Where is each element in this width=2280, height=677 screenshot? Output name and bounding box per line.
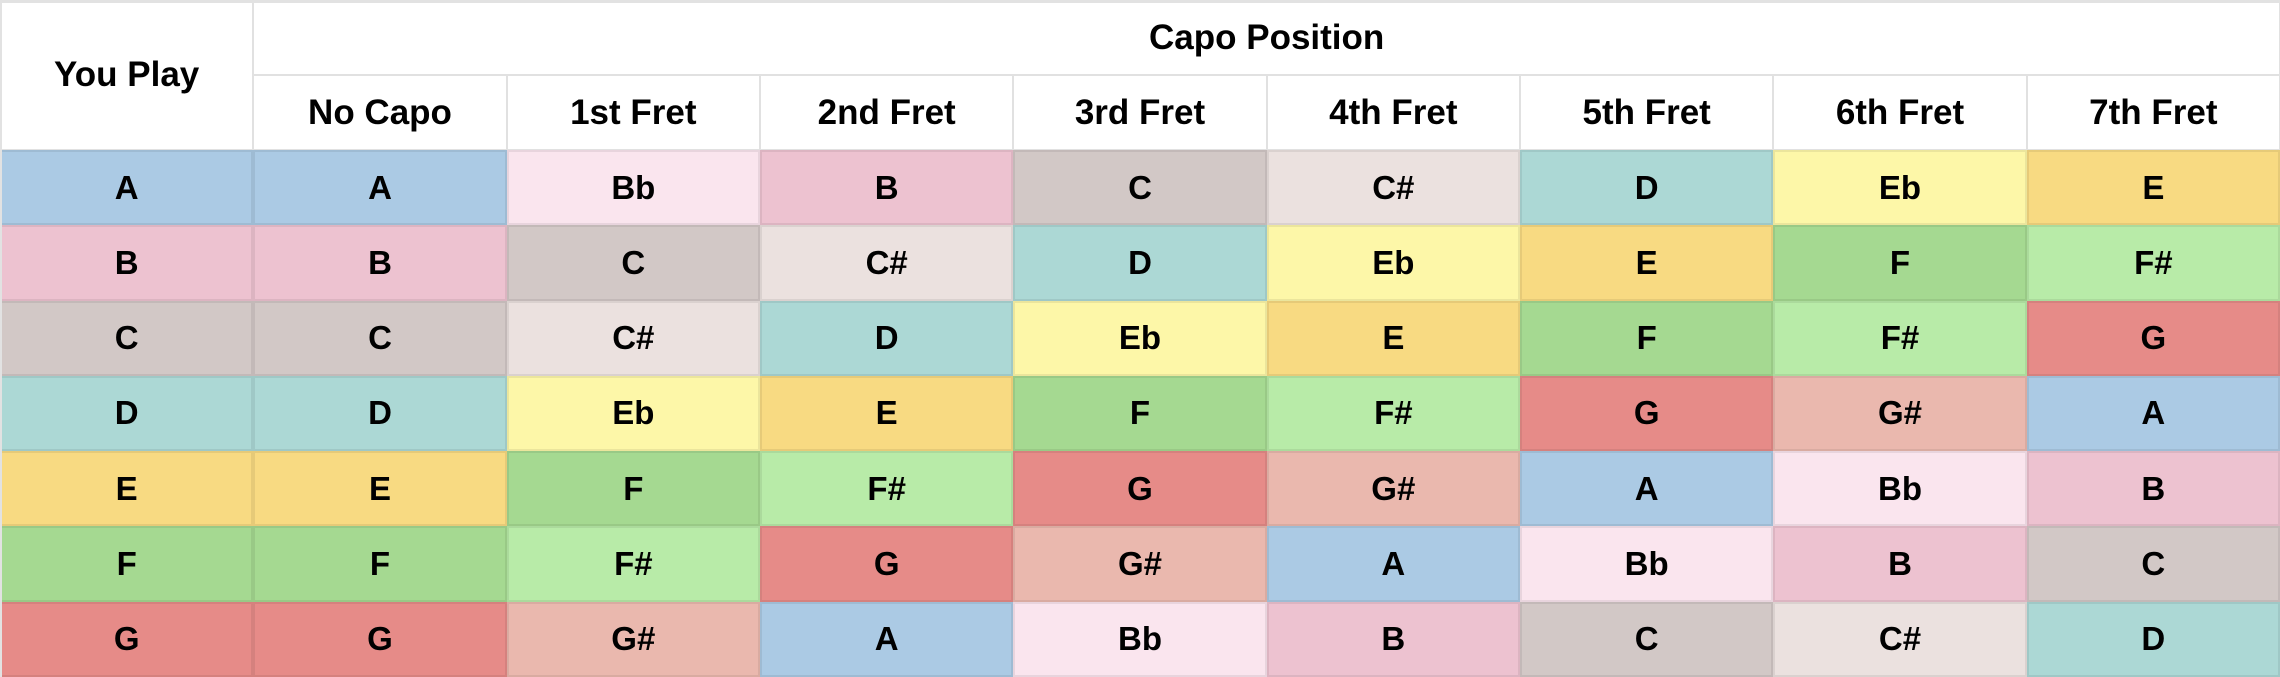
column-header: No Capo: [253, 75, 507, 150]
capo-note-cell: F: [1773, 225, 2027, 301]
capo-note-cell: D: [2026, 601, 2280, 677]
capo-note-cell: G: [1520, 375, 1774, 452]
capo-note-cell: F: [506, 451, 760, 527]
capo-note-cell: F: [253, 526, 507, 602]
capo-note-cell: Bb: [1520, 526, 1774, 602]
capo-note-cell: F: [1013, 375, 1267, 452]
capo-note-cell: G#: [1013, 526, 1267, 602]
you-play-cell: E: [0, 451, 254, 527]
capo-note-cell: B: [1773, 526, 2027, 602]
capo-note-cell: Bb: [1773, 451, 2027, 527]
capo-transposition-table: You Play Capo Position No Capo 1st Fret 2n…: [0, 0, 2280, 677]
capo-note-cell: C: [2026, 526, 2280, 602]
capo-note-cell: B: [2026, 451, 2280, 527]
capo-note-cell: C#: [760, 225, 1014, 301]
capo-note-cell: B: [1266, 601, 1520, 677]
capo-note-cell: D: [1520, 150, 1774, 226]
capo-note-cell: F: [1520, 300, 1774, 376]
capo-note-cell: D: [253, 375, 507, 452]
you-play-header: You Play: [0, 0, 254, 150]
capo-note-cell: E: [253, 451, 507, 527]
capo-note-cell: C#: [506, 300, 760, 376]
column-header: 5th Fret: [1520, 75, 1774, 150]
capo-note-cell: Bb: [1013, 601, 1267, 677]
capo-note-cell: A: [1266, 526, 1520, 602]
capo-note-cell: E: [1266, 300, 1520, 376]
capo-note-cell: B: [760, 150, 1014, 226]
you-play-cell: F: [0, 526, 254, 602]
capo-note-cell: G: [760, 526, 1014, 602]
capo-note-cell: C: [1013, 150, 1267, 226]
column-header: 2nd Fret: [760, 75, 1014, 150]
capo-note-cell: G: [2026, 300, 2280, 376]
capo-note-cell: E: [1520, 225, 1774, 301]
capo-note-cell: C#: [1773, 601, 2027, 677]
capo-note-cell: F#: [2026, 225, 2280, 301]
capo-note-cell: Eb: [1266, 225, 1520, 301]
column-header: 7th Fret: [2026, 75, 2280, 150]
column-header: 3rd Fret: [1013, 75, 1267, 150]
you-play-cell: G: [0, 601, 254, 677]
capo-note-cell: G: [253, 601, 507, 677]
capo-note-cell: Eb: [1013, 300, 1267, 376]
you-play-cell: B: [0, 225, 254, 301]
capo-note-cell: G#: [506, 601, 760, 677]
capo-note-cell: F#: [1773, 300, 2027, 376]
capo-note-cell: C: [253, 300, 507, 376]
you-play-cell: A: [0, 150, 254, 226]
column-header: 6th Fret: [1773, 75, 2027, 150]
capo-note-cell: D: [760, 300, 1014, 376]
capo-note-cell: F#: [1266, 375, 1520, 452]
capo-note-cell: F#: [760, 451, 1014, 527]
column-header: 4th Fret: [1266, 75, 1520, 150]
capo-note-cell: C: [1520, 601, 1774, 677]
capo-note-cell: E: [760, 375, 1014, 452]
capo-note-cell: Eb: [506, 375, 760, 452]
capo-note-cell: A: [253, 150, 507, 226]
capo-note-cell: D: [1013, 225, 1267, 301]
capo-note-cell: G: [1013, 451, 1267, 527]
capo-position-header: Capo Position: [253, 0, 2280, 75]
you-play-cell: C: [0, 300, 254, 376]
capo-note-cell: Eb: [1773, 150, 2027, 226]
capo-note-cell: G#: [1773, 375, 2027, 452]
capo-note-cell: A: [760, 601, 1014, 677]
column-header: 1st Fret: [506, 75, 760, 150]
capo-note-cell: B: [253, 225, 507, 301]
you-play-cell: D: [0, 375, 254, 452]
capo-note-cell: A: [1520, 451, 1774, 527]
capo-note-cell: C#: [1266, 150, 1520, 226]
capo-note-cell: A: [2026, 375, 2280, 452]
capo-note-cell: F#: [506, 526, 760, 602]
capo-note-cell: G#: [1266, 451, 1520, 527]
capo-note-cell: E: [2026, 150, 2280, 226]
capo-note-cell: Bb: [506, 150, 760, 226]
capo-note-cell: C: [506, 225, 760, 301]
